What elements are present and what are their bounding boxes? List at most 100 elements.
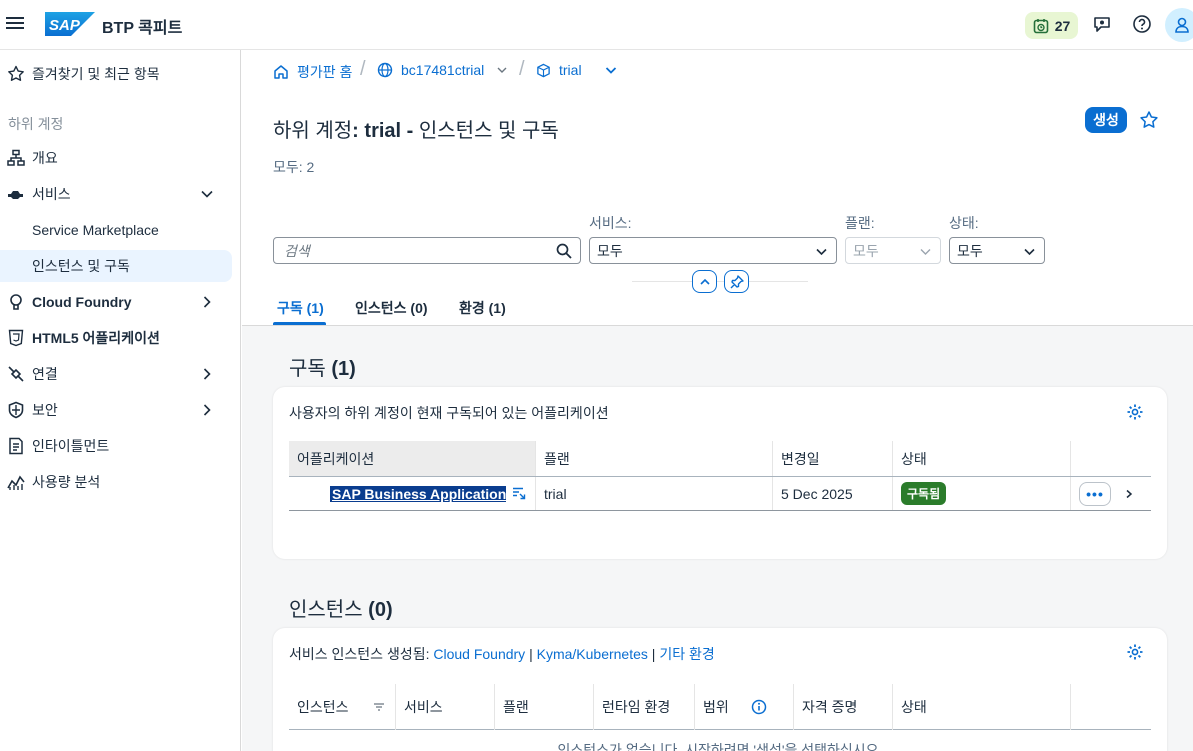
gear-icon[interactable] bbox=[1126, 643, 1144, 661]
sidebar-item-service-marketplace[interactable]: Service Marketplace bbox=[0, 214, 232, 246]
sidebar-item-label: 사용량 분석 bbox=[32, 474, 101, 490]
filter-label-plan: 플랜: bbox=[845, 215, 875, 231]
globe-icon bbox=[377, 62, 393, 78]
sidebar-item-html5[interactable]: HTML5 어플리케이션 bbox=[0, 322, 240, 354]
tab-instances[interactable]: 인스턴스 (0) bbox=[355, 298, 428, 318]
sidebar-item-connectivity[interactable]: 연결 bbox=[0, 358, 240, 390]
cell-plan: trial bbox=[536, 477, 773, 510]
chevron-up-icon bbox=[699, 278, 710, 285]
tab-environments[interactable]: 환경 (1) bbox=[459, 298, 506, 318]
column-header-service[interactable]: 서비스 bbox=[396, 684, 495, 730]
column-header-application[interactable]: 어플리케이션 bbox=[289, 441, 536, 476]
sidebar-item-label: Cloud Foundry bbox=[32, 294, 132, 310]
select-value: 모두 bbox=[853, 242, 879, 259]
column-header-credentials[interactable]: 자격 증명 bbox=[794, 684, 893, 730]
chevron-down-icon[interactable] bbox=[604, 63, 618, 77]
column-header-status[interactable]: 상태 bbox=[893, 441, 1071, 476]
sidebar-item-services[interactable]: 서비스 bbox=[0, 178, 240, 210]
svg-text:SAP: SAP bbox=[49, 17, 81, 34]
column-header-instance[interactable]: 인스턴스 bbox=[289, 684, 396, 730]
user-avatar[interactable] bbox=[1165, 8, 1193, 42]
entitlement-icon bbox=[9, 437, 23, 455]
open-app-icon[interactable] bbox=[512, 487, 526, 501]
sap-logo[interactable]: SAP bbox=[45, 12, 95, 36]
sidebar-item-label: 연결 bbox=[32, 366, 58, 382]
service-select[interactable]: 모두 bbox=[589, 237, 837, 264]
chevron-right-icon[interactable] bbox=[1124, 489, 1134, 499]
plan-select[interactable]: 모두 bbox=[845, 237, 941, 264]
application-link[interactable]: SAP Business Application ... bbox=[330, 485, 506, 502]
sidebar-item-cloud-foundry[interactable]: Cloud Foundry bbox=[0, 286, 240, 318]
breadcrumb-label: bc17481ctrial bbox=[401, 62, 485, 78]
info-icon[interactable] bbox=[751, 699, 767, 715]
column-header-plan[interactable]: 플랜 bbox=[495, 684, 594, 730]
sidebar-item-label: 개요 bbox=[32, 150, 58, 166]
calendar-clock-icon bbox=[1033, 18, 1049, 33]
column-header-scope[interactable]: 범위 bbox=[695, 684, 794, 730]
column-header-plan[interactable]: 플랜 bbox=[536, 441, 773, 476]
create-button[interactable]: 생성 bbox=[1085, 107, 1127, 133]
collapse-header-button[interactable] bbox=[692, 270, 717, 293]
help-icon[interactable] bbox=[1131, 13, 1153, 35]
card-description: 사용자의 하위 계정이 현재 구독되어 있는 어플리케이션 bbox=[289, 405, 609, 421]
hierarchy-icon bbox=[7, 149, 25, 166]
empty-state-text: 인스턴스가 없습니다. 시작하려면 '생성'을 선택하십시오. bbox=[557, 742, 883, 751]
sidebar-item-label: 서비스 bbox=[32, 186, 71, 202]
chevron-down-icon bbox=[920, 249, 931, 255]
breadcrumb-separator: / bbox=[360, 58, 366, 80]
sidebar-item-overview[interactable]: 개요 bbox=[0, 142, 240, 174]
chevron-down-icon bbox=[816, 248, 827, 256]
feedback-icon[interactable] bbox=[1091, 13, 1113, 35]
sidebar-group-label: 하위 계정 bbox=[8, 116, 64, 132]
chevron-right-icon bbox=[203, 368, 211, 380]
breadcrumb-subaccount[interactable]: trial bbox=[536, 62, 618, 78]
section-title-subscriptions: 구독 (1) bbox=[289, 358, 356, 380]
main-content: 평가판 홈 / bc17481ctrial / trial 하위 계정: tri… bbox=[242, 50, 1193, 751]
menu-icon[interactable] bbox=[6, 14, 24, 34]
link-kyma[interactable]: Kyma/Kubernetes bbox=[537, 646, 648, 662]
sidebar-item-label: 인타이틀먼트 bbox=[32, 438, 110, 454]
search-icon[interactable] bbox=[556, 243, 572, 259]
product-title: BTP 콕피트 bbox=[102, 20, 183, 37]
sidebar-item-label: 보안 bbox=[32, 402, 58, 418]
person-icon bbox=[1175, 17, 1189, 33]
gear-icon[interactable] bbox=[1126, 403, 1144, 421]
sidebar-item-security[interactable]: 보안 bbox=[0, 394, 240, 426]
column-header-status[interactable]: 상태 bbox=[893, 684, 1071, 730]
chevron-down-icon bbox=[201, 190, 213, 198]
filter-label-status: 상태: bbox=[949, 215, 979, 231]
link-cloud-foundry[interactable]: Cloud Foundry bbox=[433, 646, 525, 662]
column-header-runtime[interactable]: 런타임 환경 bbox=[594, 684, 695, 730]
notifications-badge[interactable]: 27 bbox=[1025, 12, 1078, 39]
breadcrumb-separator: / bbox=[519, 58, 525, 80]
page-title: 하위 계정: trial - 인스턴스 및 구독 bbox=[273, 120, 559, 142]
chevron-down-icon[interactable] bbox=[496, 64, 508, 76]
breadcrumb-label: 평가판 홈 bbox=[297, 64, 353, 80]
column-header-changed[interactable]: 변경일 bbox=[773, 441, 893, 476]
page-header: 평가판 홈 / bc17481ctrial / trial 하위 계정: tri… bbox=[242, 50, 1193, 326]
table-row[interactable]: SAP Business Application ... trial 5 Dec… bbox=[289, 477, 1151, 511]
sidebar-item-usage-analytics[interactable]: 사용량 분석 bbox=[0, 466, 240, 498]
pin-header-button[interactable] bbox=[724, 270, 749, 293]
status-badge: 구독됨 bbox=[901, 482, 947, 505]
search-input[interactable]: 검색 bbox=[273, 237, 581, 264]
sidebar-item-favorites[interactable]: 즐겨찾기 및 최근 항목 bbox=[0, 58, 240, 90]
status-select[interactable]: 모두 bbox=[949, 237, 1045, 264]
tab-subscriptions[interactable]: 구독 (1) bbox=[277, 298, 324, 318]
cell-status: 구독됨 bbox=[893, 477, 1071, 510]
star-icon[interactable] bbox=[1139, 110, 1159, 130]
sidebar-item-entitlements[interactable]: 인타이틀먼트 bbox=[0, 430, 240, 462]
search-placeholder: 검색 bbox=[284, 242, 310, 259]
sidebar-item-label: HTML5 어플리케이션 bbox=[32, 330, 160, 346]
star-clock-icon bbox=[8, 65, 24, 81]
more-actions-button[interactable]: ••• bbox=[1079, 482, 1111, 506]
link-other-environments[interactable]: 기타 환경 bbox=[659, 646, 714, 662]
breadcrumb-label: trial bbox=[559, 62, 582, 78]
item-count: 모두: 2 bbox=[273, 159, 315, 175]
breadcrumb-home[interactable]: 평가판 홈 bbox=[273, 62, 352, 82]
chevron-right-icon bbox=[203, 404, 211, 416]
sidebar-item-instances-subscriptions[interactable]: 인스턴스 및 구독 bbox=[0, 250, 232, 282]
cube-icon bbox=[537, 63, 550, 77]
sidebar-item-label: Service Marketplace bbox=[32, 222, 159, 238]
breadcrumb-account[interactable]: bc17481ctrial bbox=[377, 62, 508, 78]
